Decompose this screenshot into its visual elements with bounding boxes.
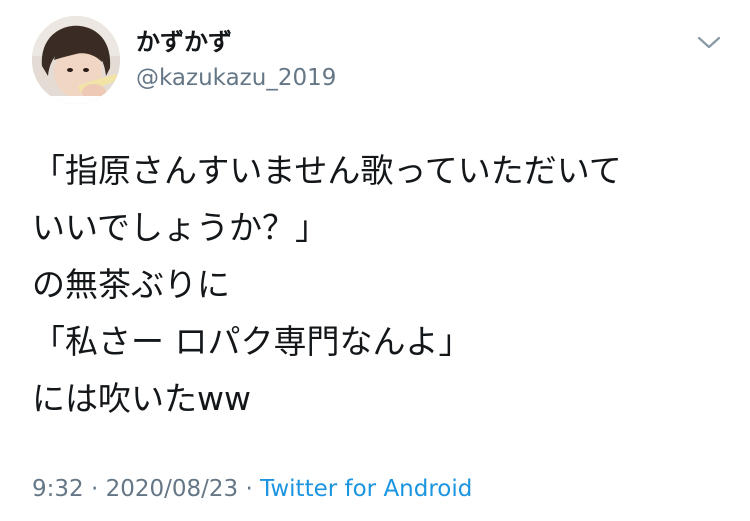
tweet-text: 「指原さんすいません歌っていただいて いいでしょうか？」 の無茶ぶりに 「私さー… (32, 142, 732, 427)
tweet-card: かずかず @kazukazu_2019 「指原さんすいません歌っていただいて い… (0, 0, 750, 521)
tweet-text-line: 「私さー ロパク専門なんよ」 (32, 322, 472, 361)
tweet-meta: 9:32 · 2020/08/23 · Twitter for Android (32, 474, 472, 504)
avatar-photo-icon (32, 16, 120, 104)
tweet-time[interactable]: 9:32 (32, 476, 84, 502)
tweet-source-link[interactable]: Twitter for Android (260, 476, 472, 502)
chevron-down-icon[interactable] (696, 32, 722, 52)
tweet-text-line: には吹いたww (32, 379, 251, 418)
tweet-text-line: の無茶ぶりに (32, 265, 230, 304)
meta-separator: · (83, 476, 106, 502)
tweet-date[interactable]: 2020/08/23 (106, 476, 239, 502)
tweet-text-line: 「指原さんすいません歌っていただいて (32, 151, 622, 190)
meta-separator: · (238, 476, 261, 502)
author-display-name[interactable]: かずかず (136, 26, 336, 58)
author-handle[interactable]: @kazukazu_2019 (136, 62, 336, 94)
tweet-text-line: いいでしょうか？」 (32, 208, 329, 247)
author-block: かずかず @kazukazu_2019 (136, 26, 336, 94)
avatar[interactable] (32, 16, 120, 104)
